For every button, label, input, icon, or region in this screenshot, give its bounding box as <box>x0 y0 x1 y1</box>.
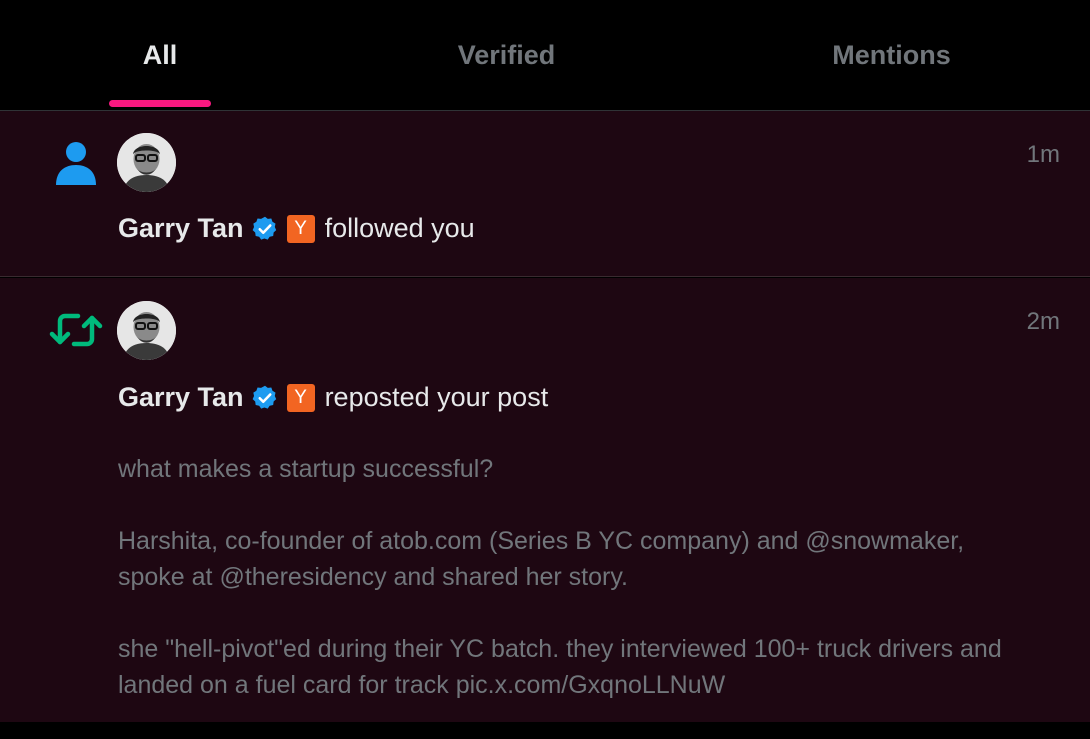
verified-badge-icon <box>252 216 276 240</box>
tab-mentions[interactable]: Mentions <box>693 0 1090 110</box>
tab-mentions-label: Mentions <box>832 39 951 70</box>
verified-badge-icon <box>252 385 276 409</box>
notification-action: followed you <box>324 213 475 243</box>
notification-follow[interactable]: 1m Garry Tan Y followed you <box>0 111 1090 277</box>
timestamp: 1m <box>1026 141 1060 168</box>
notification-headline: Garry Tan Y followed you <box>118 213 475 244</box>
tab-verified[interactable]: Verified <box>320 0 693 110</box>
post-paragraph: she "hell-pivot"ed during their YC batch… <box>118 635 1002 699</box>
repost-icon <box>49 313 103 347</box>
notification-headline: Garry Tan Y reposted your post <box>118 382 548 413</box>
timestamp: 2m <box>1026 308 1060 335</box>
avatar-image <box>117 301 176 360</box>
active-tab-indicator <box>109 100 211 107</box>
post-paragraph: Harshita, co-founder of atob.com (Series… <box>118 527 965 591</box>
notification-repost[interactable]: 2m Garry Tan Y reposted your post what m… <box>0 278 1090 722</box>
tab-verified-label: Verified <box>457 39 556 70</box>
reposted-post-text[interactable]: what makes a startup successful? Harshit… <box>118 451 1018 739</box>
yc-affiliate-badge[interactable]: Y <box>286 383 315 412</box>
tab-all[interactable]: All <box>0 0 320 110</box>
avatar[interactable] <box>117 133 176 192</box>
user-name[interactable]: Garry Tan <box>118 213 244 244</box>
user-name[interactable]: Garry Tan <box>118 382 244 413</box>
person-icon <box>56 142 96 185</box>
notification-action: reposted your post <box>324 382 549 412</box>
avatar[interactable] <box>117 301 176 360</box>
yc-affiliate-badge[interactable]: Y <box>286 214 315 243</box>
avatar-image <box>117 133 176 192</box>
post-paragraph: what makes a startup successful? <box>118 455 494 483</box>
notifications-tab-bar: All Verified Mentions <box>0 0 1090 111</box>
tab-all-label: All <box>142 39 178 70</box>
